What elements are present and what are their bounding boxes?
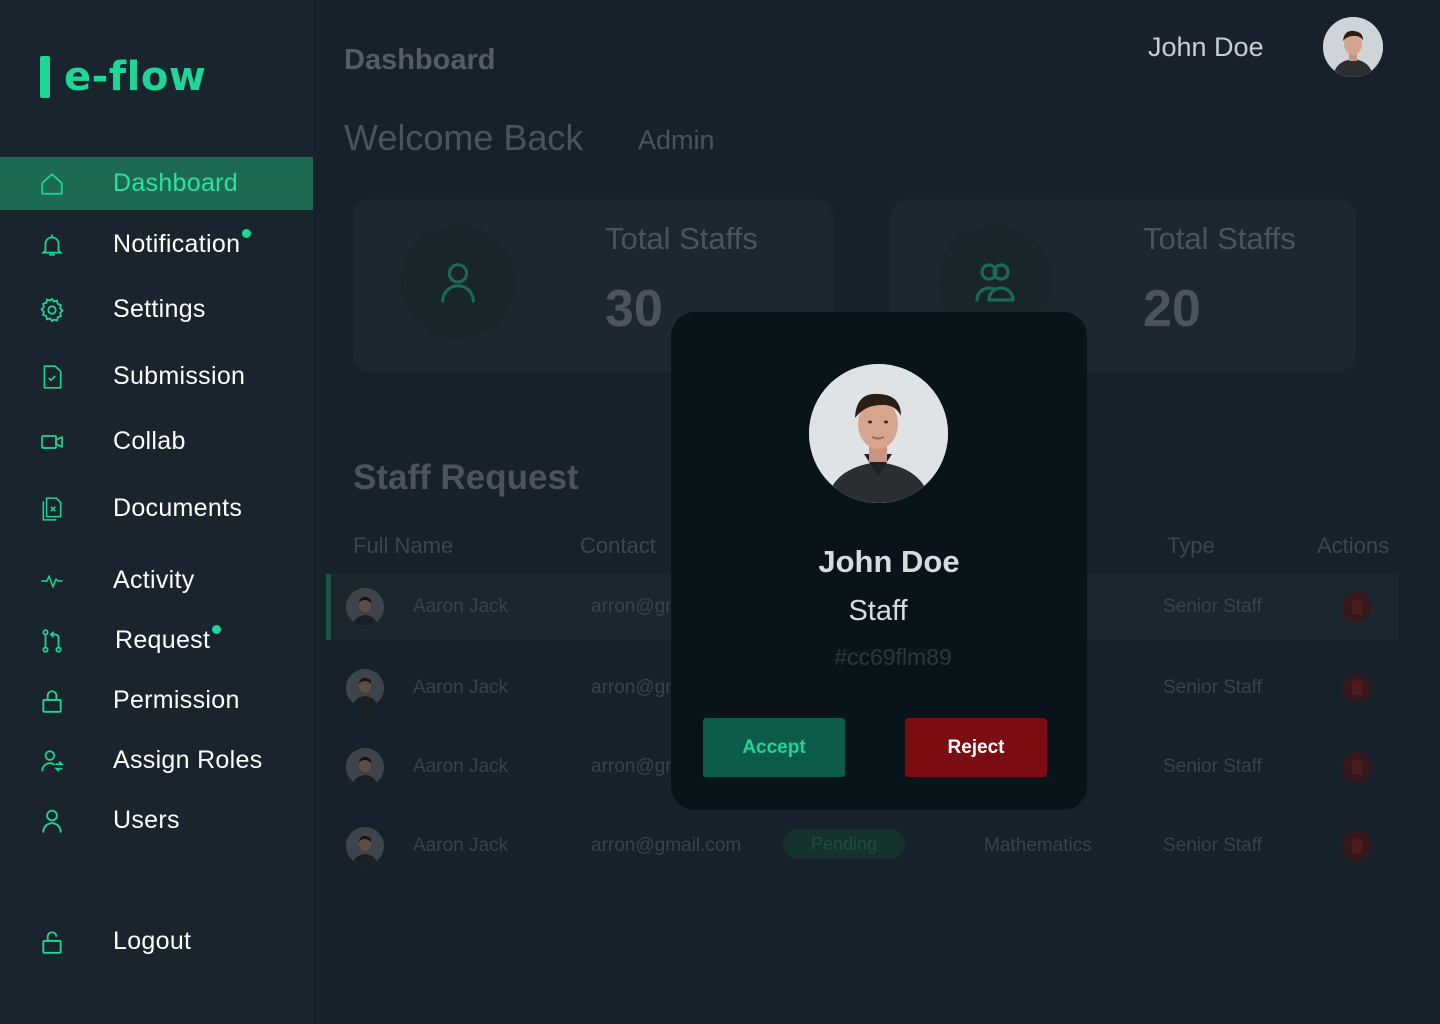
trash-icon	[1350, 759, 1364, 774]
label-text: Request	[115, 626, 211, 654]
contact: arron@gm	[591, 677, 682, 698]
staff-request-modal: John Doe Staff #cc69flm89 Accept Reject	[671, 312, 1087, 810]
avatar[interactable]	[1323, 17, 1383, 77]
sidebar-item-label: Dashboard	[113, 169, 239, 197]
staff-type: Senior Staff	[1163, 756, 1262, 777]
sidebar-item-label: Notification	[113, 229, 252, 259]
sidebar-item-label: Settings	[113, 295, 206, 323]
full-name: Aaron Jack	[413, 677, 509, 698]
contact: arron@gm	[591, 596, 682, 617]
delete-button[interactable]	[1342, 673, 1372, 703]
user-name[interactable]: John Doe	[1148, 32, 1264, 63]
users-group-icon	[975, 263, 1015, 302]
sidebar: e-flow Dashboard Notification Settings S…	[0, 0, 313, 1024]
sidebar-item-permission[interactable]: Permission	[0, 674, 313, 727]
avatar	[346, 748, 384, 786]
delete-button[interactable]	[1342, 592, 1372, 622]
git-pull-request-icon	[38, 627, 66, 655]
trash-icon	[1350, 838, 1364, 853]
role-text: Admin	[638, 125, 715, 155]
sidebar-item-collab[interactable]: Collab	[0, 415, 313, 468]
staff-type: Senior Staff	[1163, 677, 1262, 698]
sidebar-item-label: Request	[115, 625, 222, 655]
column-header-contact: Contact	[580, 533, 656, 558]
sidebar-item-label: Collab	[113, 427, 186, 455]
avatar	[346, 827, 384, 865]
logout-label: Logout	[113, 927, 192, 955]
sidebar-item-label: Permission	[113, 686, 240, 714]
full-name: Aaron Jack	[413, 835, 509, 856]
column-header-full-name: Full Name	[353, 533, 454, 558]
modal-role: Staff	[848, 595, 908, 627]
delete-button[interactable]	[1342, 831, 1372, 861]
unlock-icon	[38, 928, 66, 956]
lock-icon	[38, 687, 66, 715]
welcome-text: Welcome Back	[344, 117, 584, 158]
file-check-icon	[38, 363, 66, 391]
label-text: Notification	[113, 230, 241, 258]
sidebar-item-submission[interactable]: Submission	[0, 350, 313, 403]
avatar	[346, 588, 384, 626]
video-icon	[38, 428, 66, 456]
sidebar-item-users[interactable]: Users	[0, 794, 313, 847]
logout-button[interactable]: Logout	[0, 915, 313, 968]
sidebar-item-label: Documents	[113, 494, 243, 522]
trash-icon	[1350, 680, 1364, 695]
sidebar-item-label: Assign Roles	[113, 746, 263, 774]
sidebar-item-dashboard[interactable]: Dashboard	[0, 157, 313, 210]
staff-type: Senior Staff	[1163, 835, 1262, 856]
modal-name: John Doe	[818, 544, 960, 579]
subject: Mathematics	[984, 835, 1092, 856]
user-avatar-image	[1323, 17, 1383, 77]
stat-label: Total Staffs	[605, 221, 758, 256]
contact: arron@gm	[591, 756, 682, 777]
notification-badge	[242, 229, 252, 238]
gear-icon	[38, 296, 66, 324]
sidebar-item-activity[interactable]: Activity	[0, 554, 313, 607]
bell-icon	[38, 231, 66, 259]
stat-value: 20	[1143, 280, 1201, 338]
accept-button[interactable]: Accept	[703, 718, 845, 777]
logo-mark	[40, 56, 50, 98]
sidebar-item-label: Submission	[113, 362, 246, 390]
documents-icon	[38, 495, 66, 523]
stat-label: Total Staffs	[1143, 221, 1296, 256]
stat-icon-circle	[401, 225, 515, 339]
request-badge	[212, 625, 222, 634]
section-title: Staff Request	[353, 458, 579, 497]
table-row[interactable]: Aaron Jack arron@gmail.com Pending Mathe…	[326, 813, 1398, 879]
sidebar-item-label: Users	[113, 806, 180, 834]
page-title: Dashboard	[344, 44, 496, 76]
sidebar-item-notification[interactable]: Notification	[0, 218, 313, 271]
logo-text: e-flow	[64, 54, 207, 100]
home-icon	[38, 170, 66, 198]
contact: arron@gmail.com	[591, 835, 742, 856]
stat-value: 30	[605, 280, 663, 338]
column-header-type: Type	[1167, 533, 1215, 558]
avatar	[809, 364, 948, 503]
sidebar-item-documents[interactable]: Documents	[0, 482, 313, 535]
trash-icon	[1350, 599, 1364, 614]
user-icon	[441, 263, 475, 303]
full-name: Aaron Jack	[413, 756, 509, 777]
staff-type: Senior Staff	[1163, 596, 1262, 617]
sidebar-item-assign-roles[interactable]: Assign Roles	[0, 734, 313, 787]
user-assign-icon	[38, 747, 66, 775]
full-name: Aaron Jack	[413, 596, 509, 617]
profile-photo	[809, 364, 948, 503]
modal-id: #cc69flm89	[834, 644, 952, 670]
delete-button[interactable]	[1342, 752, 1372, 782]
column-header-actions: Actions	[1317, 533, 1390, 558]
activity-icon	[38, 567, 66, 595]
logo: e-flow	[40, 52, 206, 102]
status-badge: Pending	[783, 829, 905, 859]
avatar	[346, 669, 384, 707]
reject-button[interactable]: Reject	[905, 718, 1047, 777]
sidebar-item-label: Activity	[113, 566, 195, 594]
sidebar-item-request[interactable]: Request	[0, 614, 313, 667]
sidebar-item-settings[interactable]: Settings	[0, 283, 313, 336]
user-icon	[38, 807, 66, 835]
